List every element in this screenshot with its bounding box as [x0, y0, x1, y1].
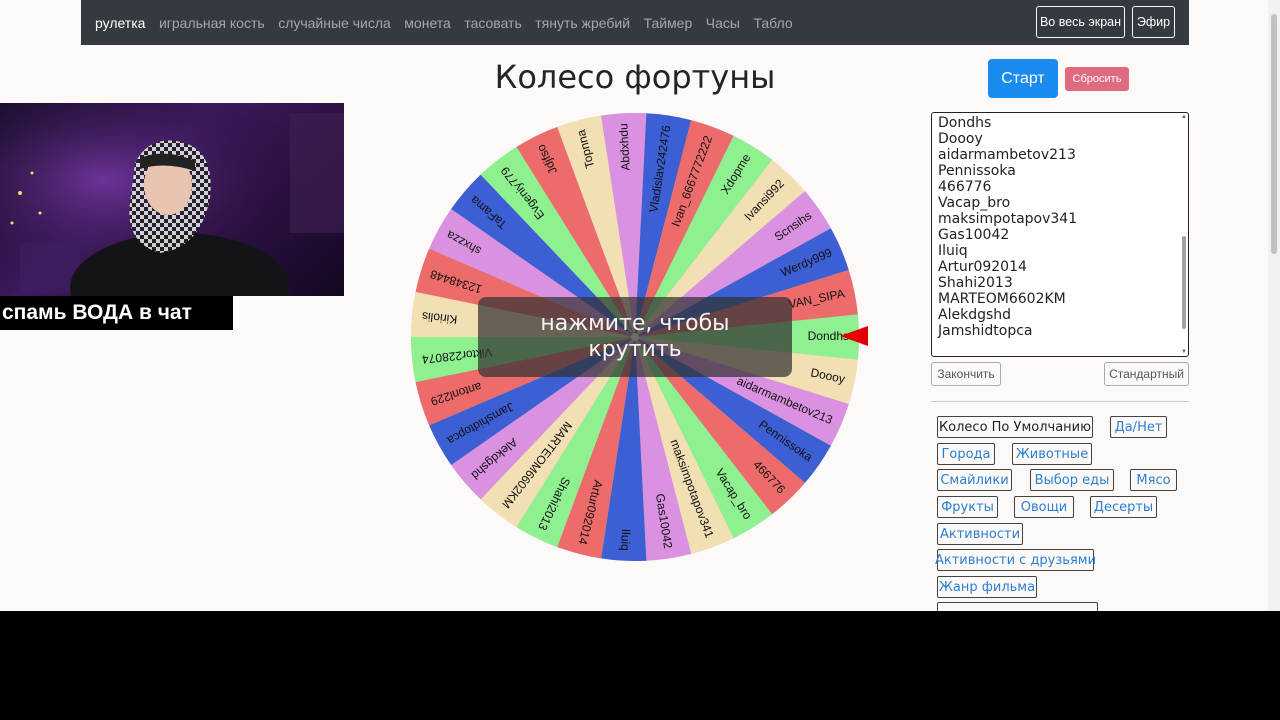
preset-partial[interactable] [937, 602, 1098, 611]
preset-meat[interactable]: Мясо [1130, 469, 1177, 491]
preset-activities-friends[interactable]: Активности с друзьями [935, 549, 1096, 571]
preset-vegetables[interactable]: Овощи [1014, 496, 1074, 518]
spin-prompt-line2: крутить [588, 337, 682, 362]
divider [931, 401, 1189, 402]
names-list-item: MARTEOM6602KM [938, 291, 1066, 307]
finish-button[interactable]: Закончить [931, 362, 1001, 386]
preset-cities[interactable]: Города [937, 443, 995, 465]
names-textarea[interactable]: Dondhs Doooy aidarmambetov213 Pennissoka 466… [931, 112, 1189, 357]
reset-button[interactable]: Сбросить [1065, 67, 1129, 91]
textarea-scrollbar[interactable] [1182, 236, 1186, 329]
names-list-item: maksimpotapov341 [938, 211, 1078, 227]
page-scrollbar-thumb[interactable] [1271, 14, 1277, 254]
black-bar [0, 611, 1280, 720]
names-list-item: Vacap_bro [938, 195, 1011, 211]
spin-prompt-line1: нажмите, чтобы [540, 311, 730, 336]
wheel-segment-label: Abdxhdu [616, 123, 632, 171]
nav-link-roulette[interactable]: рулетка [95, 15, 145, 31]
streamer-image [0, 103, 344, 296]
webcam-feed [0, 103, 344, 296]
preset-yes-no[interactable]: Да/Нет [1110, 416, 1167, 438]
nav-link-draw-lots[interactable]: тянуть жребий [535, 15, 630, 31]
nav-link-scoreboard[interactable]: Табло [753, 15, 792, 31]
names-list-item: Doooy [938, 131, 983, 147]
names-list-item: Pennissoka [938, 163, 1016, 179]
names-list-item: Alekdgshd [938, 307, 1012, 323]
preset-movie-genre[interactable]: Жанр фильма [937, 576, 1037, 598]
spin-prompt[interactable]: нажмите, чтобы крутить [478, 297, 792, 377]
nav-link-shuffle[interactable]: тасовать [464, 15, 521, 31]
preset-activities[interactable]: Активности [937, 523, 1023, 545]
scroll-down-icon[interactable]: ▼ [1181, 349, 1187, 355]
names-list-item: Jamshidtopca [938, 323, 1033, 339]
names-list-item: Shahi2013 [938, 275, 1013, 291]
nav-link-timer[interactable]: Таймер [644, 15, 693, 31]
preset-food[interactable]: Выбор еды [1030, 469, 1114, 491]
page: рулетка игральная кость случайные числа … [0, 0, 1280, 611]
names-list: Dondhs Doooy aidarmambetov213 Pennissoka 466… [938, 115, 1077, 339]
page-scrollbar[interactable] [1268, 0, 1280, 611]
preset-emoji[interactable]: Смайлики [937, 469, 1012, 491]
nav-link-clock[interactable]: Часы [706, 15, 740, 31]
names-list-item: Iluiq [938, 243, 968, 259]
nav-links: рулетка игральная кость случайные числа … [95, 0, 806, 45]
navbar: рулетка игральная кость случайные числа … [81, 0, 1189, 45]
page-title: Колесо фортуны [494, 58, 776, 96]
nav-link-dice[interactable]: игральная кость [159, 15, 265, 31]
wheel-pointer-icon [840, 326, 868, 346]
names-list-item: Gas10042 [938, 227, 1010, 243]
preset-animals[interactable]: Животные [1012, 443, 1092, 465]
standard-button[interactable]: Стандартный [1104, 362, 1189, 386]
nav-link-coin[interactable]: монета [404, 15, 451, 31]
start-button[interactable]: Старт [988, 59, 1058, 98]
scroll-up-icon[interactable]: ▲ [1181, 114, 1187, 120]
names-list-item: aidarmambetov213 [938, 147, 1076, 163]
names-list-item: Dondhs [938, 115, 992, 131]
names-list-item: 466776 [938, 179, 992, 195]
nav-link-random-numbers[interactable]: случайные числа [278, 15, 391, 31]
preset-fruits[interactable]: Фрукты [937, 496, 998, 518]
names-list-item: Artur092014 [938, 259, 1027, 275]
preset-default-wheel[interactable]: Колесо По Умолчанию [937, 416, 1093, 438]
fullscreen-button[interactable]: Во весь экран [1036, 6, 1125, 38]
wheel-segment-label: Iluiq [618, 528, 633, 551]
preset-desserts[interactable]: Десерты [1090, 496, 1157, 518]
webcam-caption: спамь ВОДА в чат [0, 296, 233, 330]
live-button[interactable]: Эфир [1132, 6, 1175, 38]
